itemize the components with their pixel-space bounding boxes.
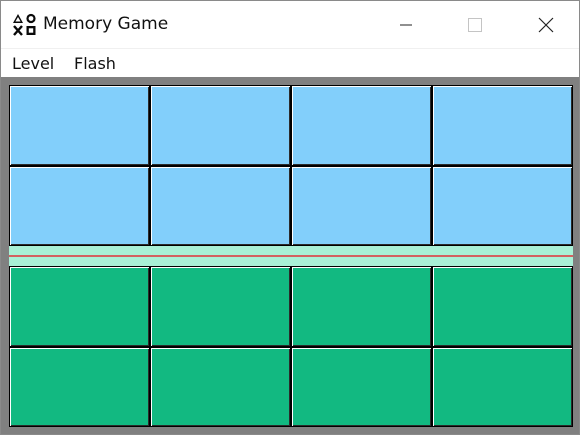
card-top-8[interactable] [432, 165, 573, 246]
top-card-grid [9, 85, 573, 246]
app-icon [13, 13, 37, 37]
card-top-2[interactable] [150, 85, 291, 166]
memory-game-window: Memory Game Level Flash [0, 0, 580, 435]
menu-bar: Level Flash [1, 48, 579, 77]
close-button[interactable] [523, 1, 569, 48]
card-bottom-8[interactable] [432, 346, 573, 427]
card-bottom-6[interactable] [150, 346, 291, 427]
card-bottom-2[interactable] [150, 266, 291, 347]
maximize-button[interactable] [452, 1, 498, 48]
menu-level[interactable]: Level [12, 54, 54, 73]
minimize-button[interactable] [383, 1, 429, 48]
card-bottom-5[interactable] [9, 346, 150, 427]
card-bottom-7[interactable] [291, 346, 432, 427]
game-board [1, 77, 579, 434]
window-title: Memory Game [43, 14, 169, 34]
title-bar[interactable]: Memory Game [1, 1, 579, 48]
close-icon [538, 17, 554, 33]
divider-strip-bottom [9, 257, 573, 266]
card-top-6[interactable] [150, 165, 291, 246]
card-top-7[interactable] [291, 165, 432, 246]
card-top-3[interactable] [291, 85, 432, 166]
card-bottom-3[interactable] [291, 266, 432, 347]
divider-strip-top [9, 246, 573, 255]
card-top-5[interactable] [9, 165, 150, 246]
card-top-4[interactable] [432, 85, 573, 166]
bottom-card-grid [9, 266, 573, 427]
minimize-icon [400, 24, 412, 26]
card-bottom-4[interactable] [432, 266, 573, 347]
menu-flash[interactable]: Flash [74, 54, 116, 73]
maximize-icon [468, 18, 482, 32]
card-top-1[interactable] [9, 85, 150, 166]
card-bottom-1[interactable] [9, 266, 150, 347]
